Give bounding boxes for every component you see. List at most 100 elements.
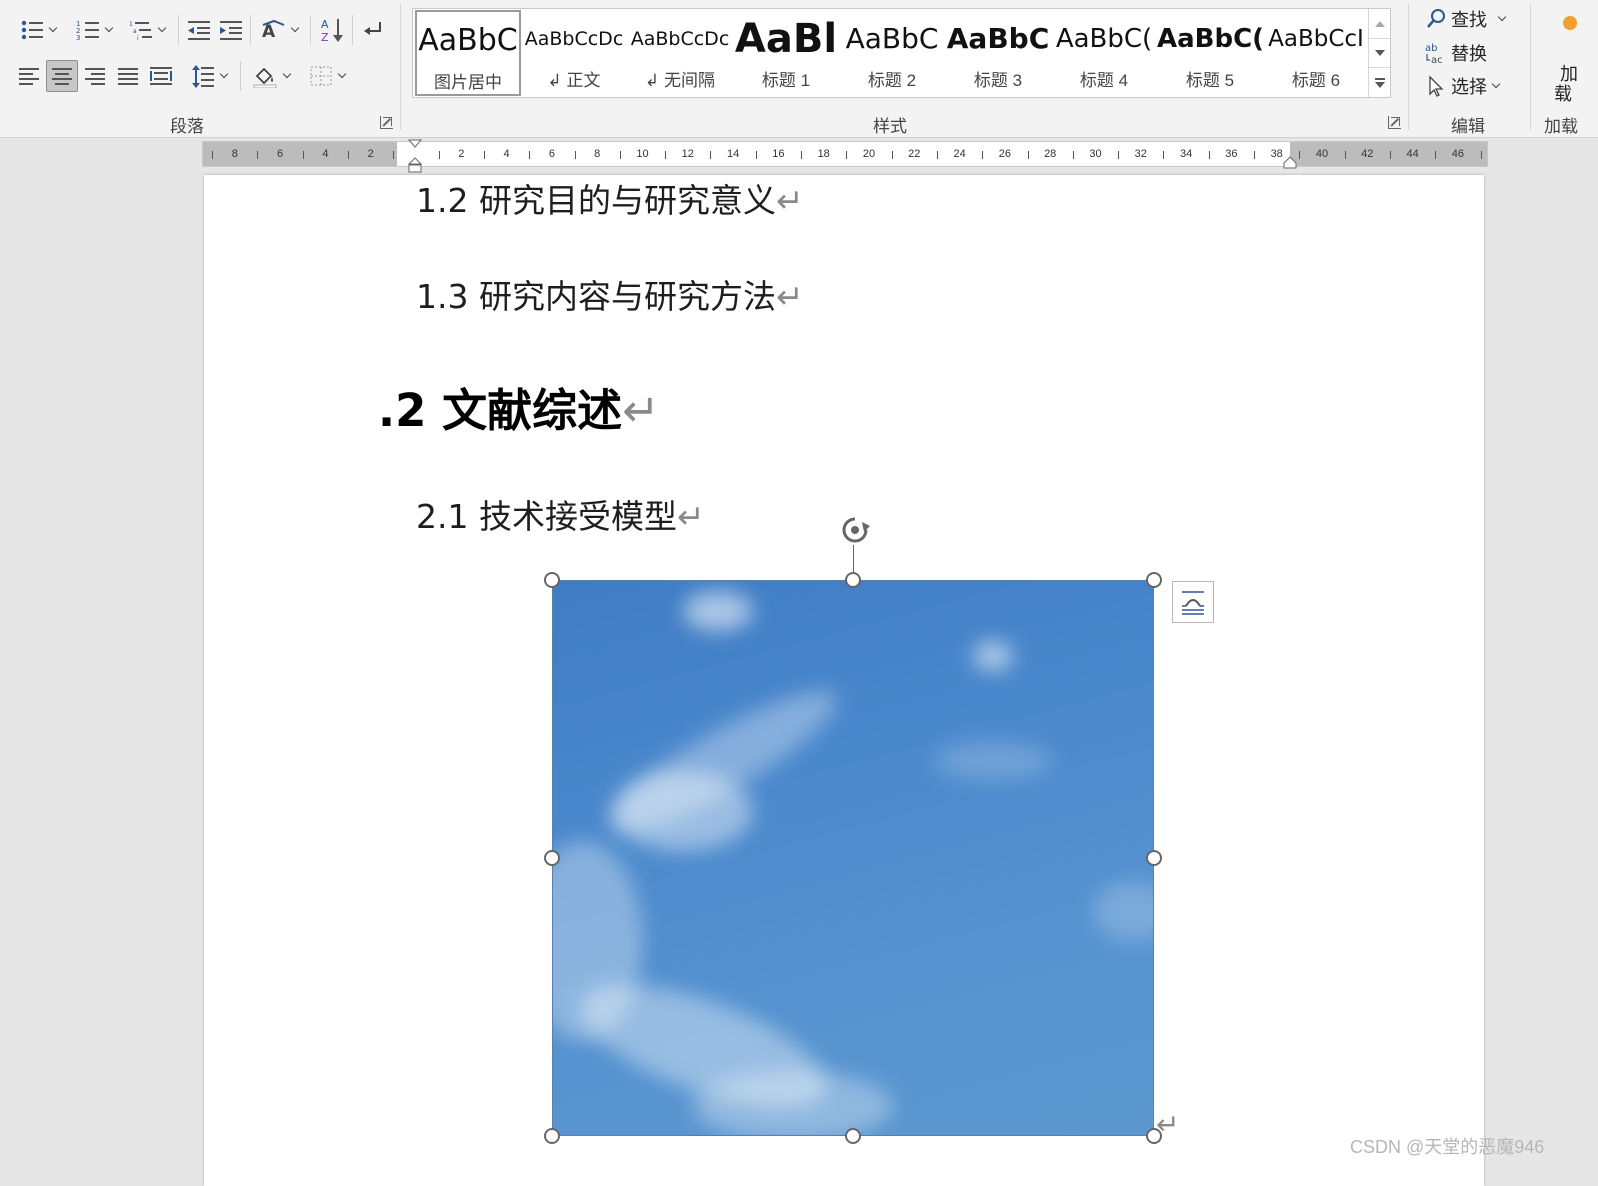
right-indent-marker[interactable]	[1282, 156, 1298, 170]
style-name: ↲ 无间隔	[645, 71, 715, 90]
style-picture-center[interactable]: AaBbC 图片居中	[415, 10, 521, 96]
multilevel-list-icon: 1 a i	[129, 21, 152, 41]
find-button[interactable]: 查找	[1425, 5, 1507, 33]
resize-handle-top[interactable]	[845, 572, 861, 588]
style-heading-6[interactable]: AaBbCcI 标题 6	[1263, 10, 1369, 96]
heading-1-2[interactable]: 1.2 研究目的与研究意义↵	[416, 174, 804, 222]
style-heading-4[interactable]: AaBbC( 标题 4	[1051, 10, 1157, 96]
styles-gallery: AaBbC 图片居中 AaBbCcDc ↲ 正文 AaBbCcDc ↲ 无间隔 …	[412, 8, 1391, 98]
addins-label-mid[interactable]: 载	[1554, 80, 1572, 106]
ruler-tick	[1389, 151, 1391, 159]
resize-handle-bottom-left[interactable]	[544, 1128, 560, 1144]
style-no-spacing[interactable]: AaBbCcDc ↲ 无间隔	[627, 10, 733, 96]
text-direction-button[interactable]: A	[256, 14, 302, 46]
ruler-number: 34	[1179, 148, 1193, 160]
ruler-number: 10	[636, 148, 649, 160]
paragraph-mark: ↵	[775, 181, 804, 220]
paragraph-mark: ↵	[1156, 1109, 1180, 1140]
align-center-button[interactable]	[46, 60, 78, 92]
ruler-number: 40	[1315, 148, 1329, 160]
borders-button[interactable]	[302, 60, 352, 92]
resize-handle-bottom[interactable]	[845, 1128, 861, 1144]
ruler-tick	[710, 151, 712, 159]
resize-handle-top-left[interactable]	[544, 572, 560, 588]
bullets-button[interactable]	[14, 14, 62, 46]
paragraph-mark: ↵	[676, 497, 705, 536]
sort-button[interactable]: A Z	[316, 14, 348, 46]
indent-markers[interactable]	[407, 139, 423, 173]
ruler-tick	[1254, 151, 1256, 159]
svg-text:a: a	[133, 28, 137, 35]
select-button[interactable]: 选择	[1425, 72, 1501, 100]
gallery-scroll-down[interactable]	[1368, 38, 1390, 67]
resize-handle-right[interactable]	[1146, 850, 1162, 866]
style-heading-3[interactable]: AaBbC 标题 3	[945, 10, 1051, 96]
replace-icon: ab ac	[1425, 43, 1443, 64]
style-sample: AaBbCcDc	[524, 28, 624, 50]
layout-options-button[interactable]	[1172, 581, 1214, 623]
heading-text: 2.1 技术接受模型	[416, 497, 677, 536]
gallery-more[interactable]	[1368, 67, 1390, 97]
ruler-number: 8	[231, 148, 238, 160]
ruler-tick	[801, 151, 803, 159]
ruler-number: 46	[1451, 148, 1465, 160]
style-heading-2[interactable]: AaBbC 标题 2	[839, 10, 945, 96]
style-heading-1[interactable]: AaBl 标题 1	[733, 10, 839, 96]
rotate-handle-icon[interactable]	[838, 514, 872, 548]
paragraph-dialog-launcher[interactable]	[380, 116, 393, 129]
addins-group-label: 加载	[1544, 117, 1578, 136]
ruler-tick	[846, 151, 848, 159]
ruler-number: 18	[817, 148, 830, 160]
resize-handle-top-right[interactable]	[1146, 572, 1162, 588]
ruler-tick	[1027, 151, 1029, 159]
paragraph-group-label: 段落	[170, 117, 204, 136]
ruler-number: 4	[322, 148, 329, 160]
distributed-icon	[150, 67, 172, 85]
ruler-number: 4	[503, 148, 510, 160]
distributed-button[interactable]	[146, 60, 176, 92]
addins-icon[interactable]	[1563, 16, 1577, 30]
style-normal[interactable]: AaBbCcDc ↲ 正文	[521, 10, 627, 96]
gallery-scroll-up[interactable]	[1368, 9, 1390, 38]
chevron-down-icon	[104, 23, 114, 33]
word-window: 1 2 3 1 a i A A Z 段落 AaBbC 图片居中 AaBbCcDc…	[0, 0, 1598, 1186]
heading-2-1[interactable]: 2.1 技术接受模型↵	[416, 490, 705, 538]
style-heading-5[interactable]: AaBbC( 标题 5	[1157, 10, 1263, 96]
align-right-icon	[85, 67, 105, 85]
align-center-icon	[52, 67, 72, 85]
ruler-number: 16	[772, 148, 785, 160]
sky-picture[interactable]	[552, 580, 1154, 1136]
ruler-tick	[302, 151, 304, 159]
styles-dialog-launcher[interactable]	[1388, 116, 1401, 129]
separator	[310, 15, 311, 45]
separator	[250, 15, 251, 45]
numbering-button[interactable]: 1 2 3	[70, 14, 118, 46]
ruler-tick	[1344, 151, 1346, 159]
ruler-tick	[574, 151, 576, 159]
show-hide-marks-button[interactable]	[358, 14, 388, 46]
find-label: 查找	[1451, 10, 1487, 30]
replace-button[interactable]: ab ac 替换	[1425, 39, 1487, 67]
cloud	[613, 771, 753, 851]
ruler-tick	[529, 151, 531, 159]
heading-text: .2 文献综述	[378, 384, 623, 437]
align-left-button[interactable]	[14, 60, 44, 92]
line-spacing-button[interactable]	[186, 60, 232, 92]
resize-handle-left[interactable]	[544, 850, 560, 866]
increase-indent-icon	[220, 21, 242, 40]
scroll-up-icon	[1374, 20, 1385, 27]
decrease-indent-icon	[188, 21, 210, 40]
chevron-down-icon	[219, 69, 229, 79]
heading-1-3[interactable]: 1.3 研究内容与研究方法↵	[416, 270, 804, 318]
ruler-tick	[393, 151, 395, 159]
ruler-tick	[982, 151, 984, 159]
justify-button[interactable]	[113, 60, 143, 92]
shading-button[interactable]	[246, 60, 296, 92]
increase-indent-button[interactable]	[216, 14, 246, 46]
align-right-button[interactable]	[80, 60, 110, 92]
chevron-down-icon	[282, 69, 292, 79]
multilevel-list-button[interactable]: 1 a i	[124, 14, 170, 46]
chapter-2-heading[interactable]: .2 文献综述↵	[378, 374, 660, 439]
decrease-indent-button[interactable]	[184, 14, 214, 46]
layout-options-icon	[1182, 591, 1204, 615]
